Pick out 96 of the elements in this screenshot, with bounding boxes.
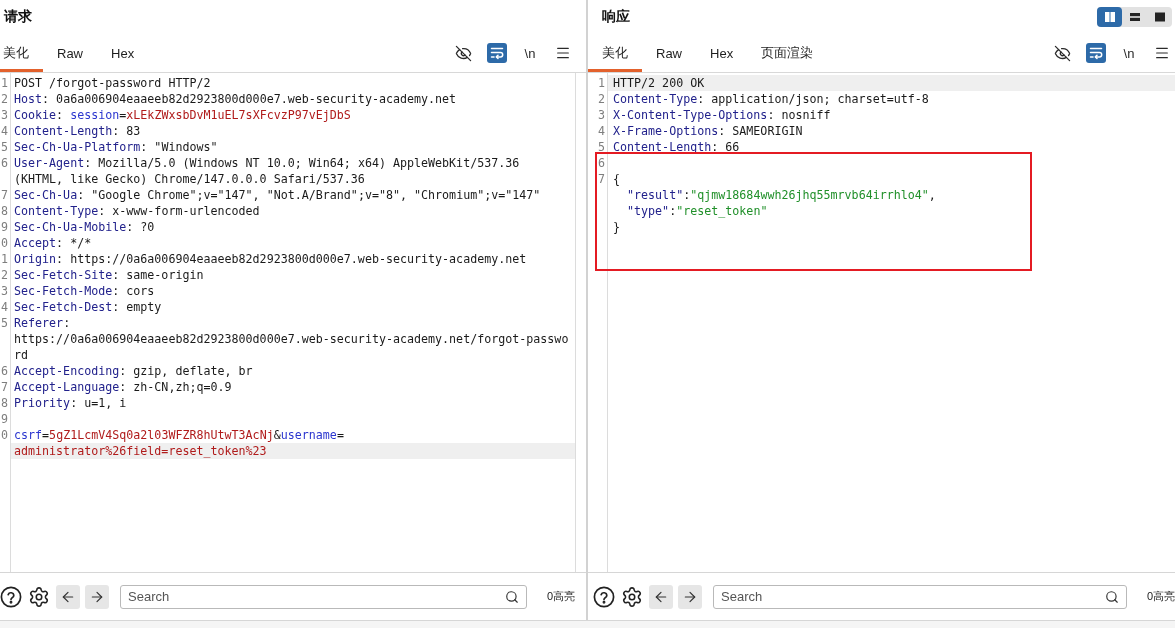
tab[interactable]: Hex (97, 34, 149, 72)
code-line: Content-Length: 66 (612, 139, 741, 155)
two-rows-icon (1128, 11, 1141, 23)
line-number: 1 (596, 75, 606, 91)
line-number: 1 (0, 251, 9, 267)
code-line: Origin: https://0a6a006904eaaeeb82d2923800d000e7.web-security-academy.net (13, 251, 528, 267)
code-line: "type":"reset_token" (626, 203, 769, 219)
line-number: 7 (0, 187, 9, 203)
newline-toggle[interactable]: \n (520, 43, 540, 63)
line-number: 9 (0, 411, 9, 427)
code-line: Priority: u=1, i (13, 395, 128, 411)
code-line: "result":"qjmw18684wwh26jhq55mrvb64irrhlo4", (626, 187, 937, 203)
line-number: 4 (596, 123, 606, 139)
tab[interactable]: 美化 (588, 34, 642, 72)
code-line: Accept-Encoding: gzip, deflate, br (13, 363, 254, 379)
line-number: 2 (0, 267, 9, 283)
tab[interactable]: Raw (642, 34, 696, 72)
code-line: Content-Length: 83 (13, 123, 142, 139)
line-number: 6 (0, 363, 9, 379)
line-number: 4 (0, 123, 9, 139)
code-line: Host: 0a6a006904eaaeeb82d2923800d000e7.web-security-academy.net (13, 91, 458, 107)
settings-icon[interactable] (28, 585, 50, 608)
line-number: 6 (596, 155, 606, 171)
settings-icon[interactable] (621, 585, 643, 608)
code-line: rd (13, 347, 30, 363)
tab[interactable]: 页面渲染 (747, 34, 828, 72)
search-field[interactable]: Search (120, 584, 527, 609)
line-number: 5 (596, 139, 606, 155)
search-icon (1104, 589, 1119, 604)
line-number: 3 (596, 107, 606, 123)
code-line: Sec-Fetch-Mode: cors (13, 283, 156, 299)
eye-off-icon (1054, 44, 1071, 62)
code-line: Content-Type: application/json; charset=utf-8 (612, 91, 930, 107)
code-line: User-Agent: Mozilla/5.0 (Windows NT 10.0; Win64; x64) AppleWebKit/537.36 (13, 155, 521, 171)
hide-toggle[interactable] (1052, 43, 1073, 63)
panel-title: 响应 (602, 8, 630, 26)
tab[interactable]: Raw (43, 34, 97, 72)
code-line: Sec-Fetch-Site: same-origin (13, 267, 205, 283)
code-line: } (612, 219, 622, 235)
code-line: Sec-Fetch-Dest: empty (13, 299, 163, 315)
help-icon[interactable] (0, 585, 22, 608)
tab[interactable]: Hex (696, 34, 748, 72)
line-number: 3 (0, 283, 9, 299)
code-line: POST /forgot-password HTTP/2 (13, 75, 212, 91)
single-pane-icon (1153, 11, 1166, 23)
forward-button[interactable] (678, 584, 702, 609)
menu-icon (1154, 45, 1170, 61)
line-number: 3 (0, 107, 9, 123)
newline-toggle[interactable]: \n (1119, 43, 1139, 63)
line-number: 8 (0, 395, 9, 411)
code-line: { (612, 171, 622, 187)
line-number: 5 (0, 139, 9, 155)
line-number: 4 (0, 299, 9, 315)
code-line: Referer: (13, 315, 72, 331)
line-number: 1 (0, 75, 9, 91)
code-line: csrf=5gZ1LcmV4Sq0a2l03WFZR8hUtwT3AcNj&username= (13, 427, 345, 443)
hide-toggle[interactable] (453, 43, 474, 63)
wrap-toggle[interactable] (1086, 43, 1106, 63)
two-columns-icon (1103, 11, 1116, 23)
code-line: (KHTML, like Gecko) Chrome/147.0.0.0 Safari/537.36 (13, 171, 366, 187)
forward-button[interactable] (85, 584, 109, 609)
back-button[interactable] (56, 584, 80, 609)
code-line: Content-Type: x-www-form-urlencoded (13, 203, 261, 219)
eye-off-icon (455, 44, 472, 62)
wrap-toggle[interactable] (487, 43, 507, 63)
line-number: 7 (596, 171, 606, 187)
search-field[interactable]: Search (713, 584, 1127, 609)
line-number: 2 (596, 91, 606, 107)
line-number: 0 (0, 235, 9, 251)
code-line: Accept-Language: zh-CN,zh;q=0.9 (13, 379, 233, 395)
line-number: 9 (0, 219, 9, 235)
code-line: X-Content-Type-Options: nosniff (612, 107, 832, 123)
line-number: 8 (0, 203, 9, 219)
tab[interactable]: 美化 (0, 34, 43, 72)
line-number: 7 (0, 379, 9, 395)
wrap-icon (490, 46, 504, 60)
wrap-icon (1089, 46, 1103, 60)
search-icon (504, 589, 519, 604)
layout-option[interactable] (1097, 7, 1122, 27)
back-button[interactable] (649, 584, 673, 609)
code-line: Sec-Ch-Ua-Platform: "Windows" (13, 139, 219, 155)
code-line: Sec-Ch-Ua: "Google Chrome";v="147", "Not.A/Brand";v="8", "Chromium";v="147" (13, 187, 542, 203)
highlight-count: 0高亮 (546, 589, 575, 604)
code-line: Sec-Ch-Ua-Mobile: ?0 (13, 219, 156, 235)
highlight-count: 0高亮 (1146, 589, 1175, 604)
code-line: Cookie: session=xLEkZWxsbDvM1uEL7sXFcvzP97vEjDbS (13, 107, 352, 123)
menu-icon (555, 45, 571, 61)
line-number: 2 (0, 91, 9, 107)
line-number: 6 (0, 155, 9, 171)
help-icon[interactable] (593, 585, 615, 608)
panel-title: 请求 (4, 8, 32, 26)
code-line: X-Frame-Options: SAMEORIGIN (612, 123, 804, 139)
line-number: 5 (0, 315, 9, 331)
code-line: Accept: */* (13, 235, 93, 251)
line-number: 0 (0, 427, 9, 443)
code-line: https://0a6a006904eaaeeb82d2923800d000e7.web-security-academy.net/forgot-passwo (13, 331, 570, 347)
